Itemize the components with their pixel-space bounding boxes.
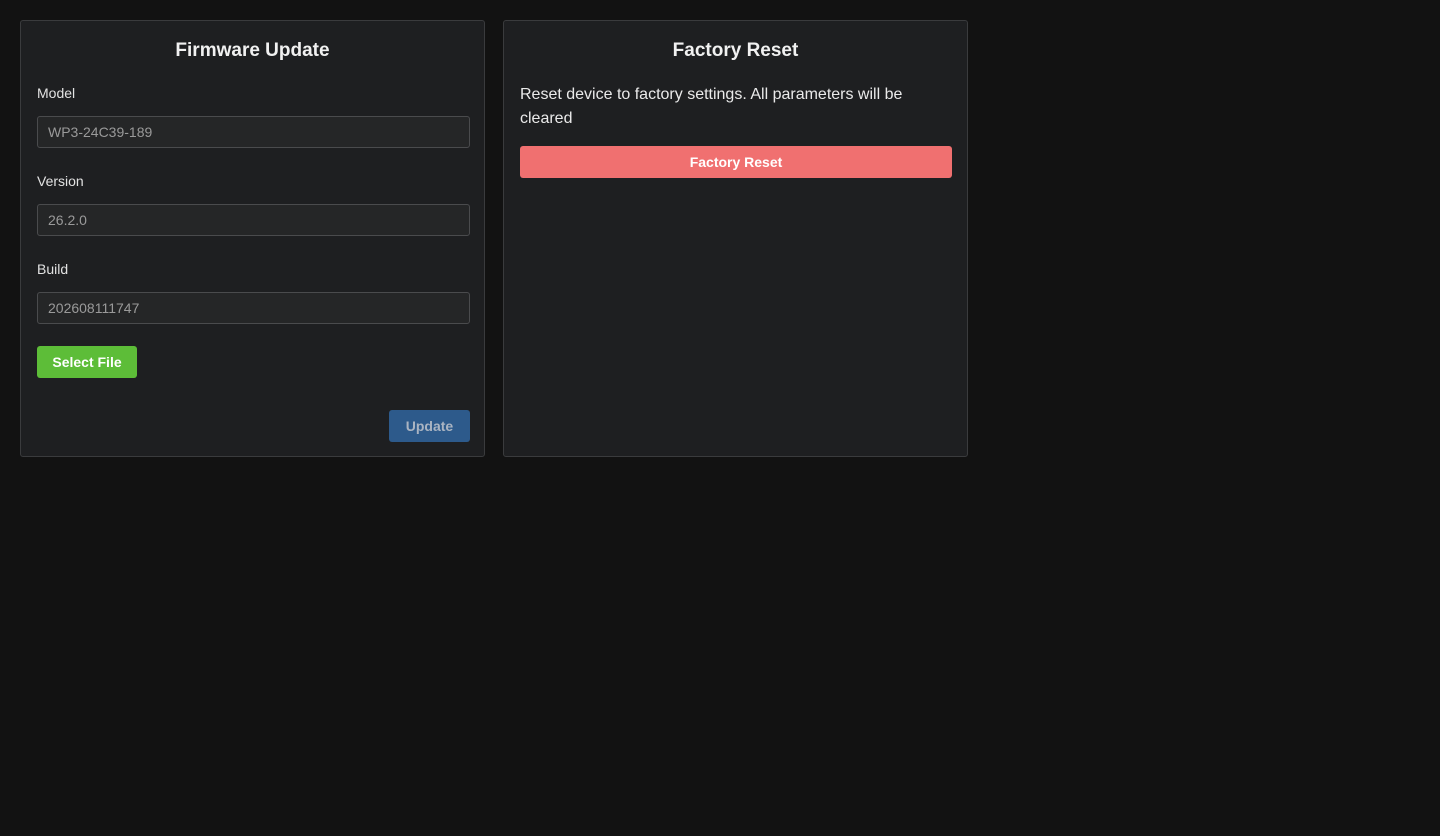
select-file-button[interactable]: Select File [37, 346, 137, 378]
factory-reset-panel: Factory Reset Reset device to factory se… [503, 20, 968, 457]
factory-reset-title: Factory Reset [672, 40, 799, 61]
factory-reset-button[interactable]: Factory Reset [520, 146, 952, 178]
build-label: Build [37, 261, 69, 277]
page: Firmware Update Model Version Build Sele… [0, 0, 1440, 836]
version-field[interactable] [37, 204, 470, 236]
build-field[interactable] [37, 292, 470, 324]
model-field[interactable] [37, 116, 470, 148]
model-label: Model [37, 85, 76, 101]
update-button[interactable]: Update [389, 410, 470, 442]
version-label: Version [37, 173, 84, 189]
firmware-update-title: Firmware Update [175, 40, 330, 61]
factory-reset-description: Reset device to factory settings. All pa… [520, 86, 903, 127]
firmware-update-panel: Firmware Update Model Version Build Sele… [20, 20, 485, 457]
